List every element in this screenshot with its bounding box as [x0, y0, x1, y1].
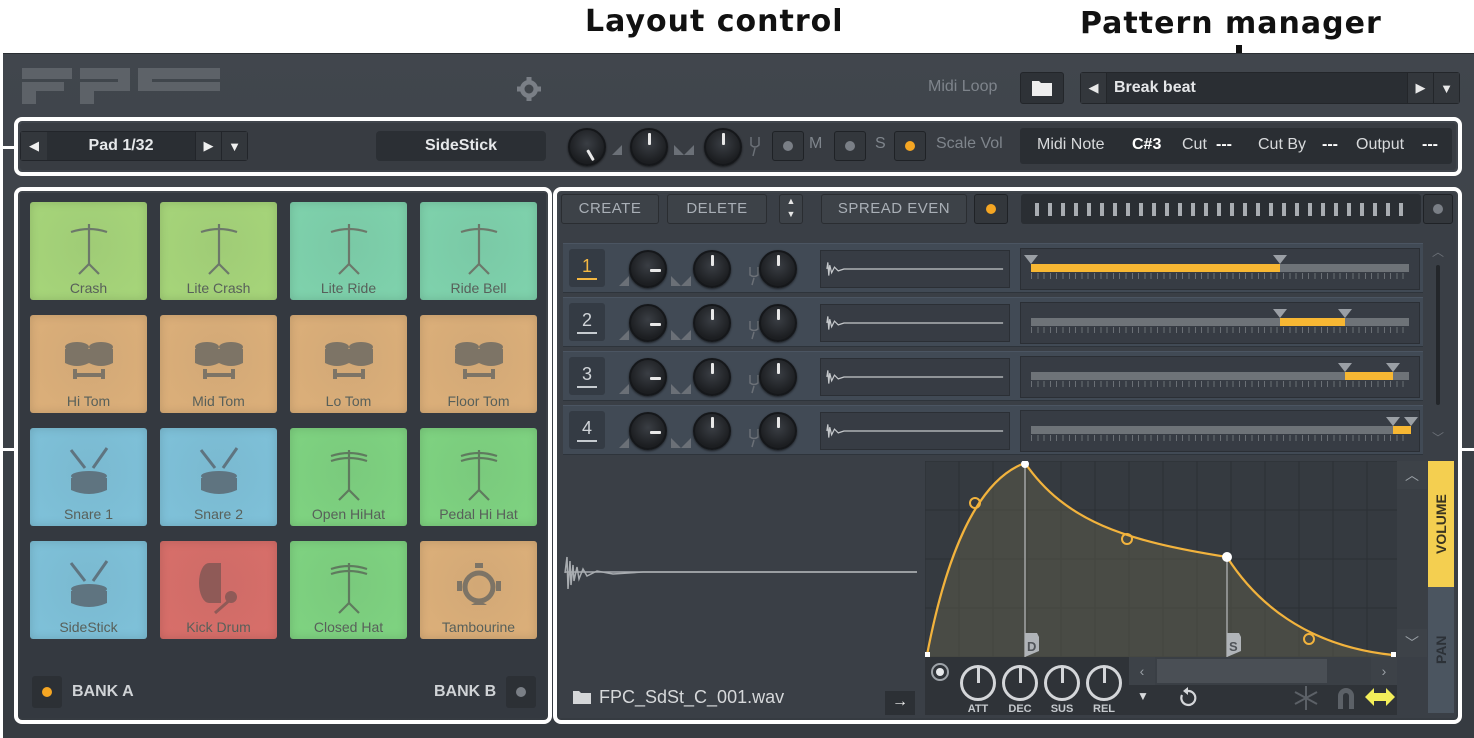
leader-line-layers: [1460, 448, 1474, 451]
highlight-frame-pads: [14, 187, 552, 724]
leader-line-toolbar: [0, 146, 16, 149]
layout-gear-icon[interactable]: [514, 74, 544, 104]
pattern-dropdown-button[interactable]: ▼: [1433, 73, 1459, 103]
highlight-frame-layers: [553, 187, 1462, 724]
leader-line-pads: [0, 448, 16, 451]
pattern-manager: ◀ Break beat ▶ ▼: [1080, 72, 1460, 104]
annotation-pattern-manager: Pattern manager: [1080, 6, 1382, 41]
pattern-next-button[interactable]: ▶: [1407, 73, 1433, 103]
annotation-layout-control: Layout control: [585, 4, 844, 39]
midi-loop-label: Midi Loop: [928, 78, 998, 95]
pattern-name[interactable]: Break beat: [1114, 79, 1196, 97]
highlight-frame-toolbar: [14, 117, 1462, 176]
fpc-logo: [22, 68, 220, 104]
pattern-prev-button[interactable]: ◀: [1081, 73, 1107, 103]
midi-loop-folder-button[interactable]: [1020, 72, 1064, 104]
folder-icon: [1032, 81, 1052, 96]
